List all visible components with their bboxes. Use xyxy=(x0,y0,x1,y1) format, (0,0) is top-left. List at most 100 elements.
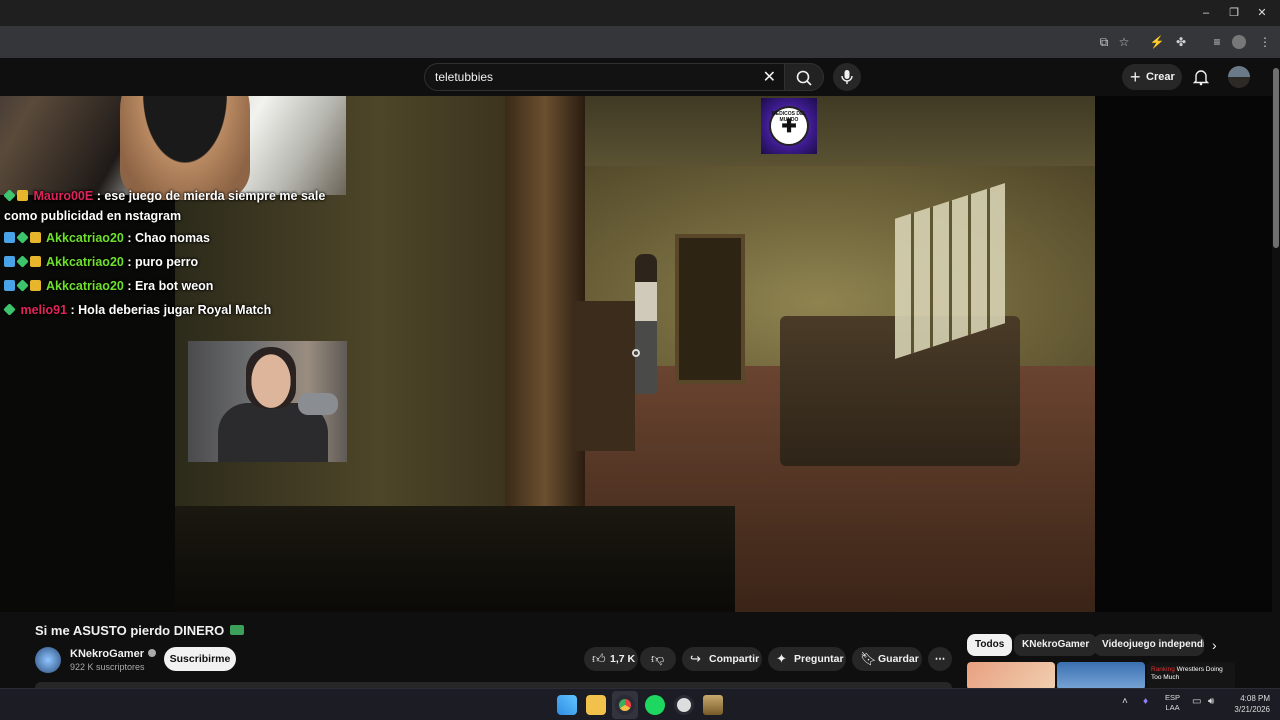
like-button[interactable]: 👍︎ 1,7 K xyxy=(584,647,638,671)
webcam-overlay-top xyxy=(0,96,346,200)
display-icon[interactable]: ▭ xyxy=(1192,696,1201,707)
chat-text: Chao nomas xyxy=(134,231,210,245)
ask-button[interactable]: ✦ Preguntar xyxy=(768,647,846,671)
chat-message: Akkcatriao20 : Chao nomas xyxy=(0,226,360,250)
input-language[interactable]: ESP LAA xyxy=(1165,693,1180,713)
channel-name-text[interactable]: KNekroGamer xyxy=(70,648,144,660)
notifications-button[interactable] xyxy=(1191,67,1211,87)
media-control-icon[interactable]: ≡ xyxy=(1208,33,1226,51)
chat-badge-icon xyxy=(30,232,41,243)
clock-time: 4:08 PM xyxy=(1240,694,1270,703)
youtube-header: teletubbies ✕ + Crear xyxy=(0,58,1280,96)
voice-search-button[interactable] xyxy=(833,63,861,91)
minimize-button[interactable]: – xyxy=(1196,4,1216,22)
share-button[interactable]: ↪ Compartir xyxy=(682,647,762,671)
clear-search-icon[interactable]: ✕ xyxy=(763,67,776,87)
browser-menu-icon[interactable]: ⋮ xyxy=(1256,33,1274,51)
tray-app-icon[interactable]: ♦ xyxy=(1143,696,1148,707)
language-code: ESP xyxy=(1165,693,1181,702)
channel-name[interactable]: KNekroGamer xyxy=(70,648,156,660)
webcam-overlay-bottom xyxy=(188,341,347,462)
scene-doorway xyxy=(675,234,745,384)
chat-text: Hola deberias jugar Royal Match xyxy=(78,303,272,317)
extension-icon[interactable]: ⚡ xyxy=(1148,33,1166,51)
thumbs-down-icon: 👎︎ xyxy=(651,651,665,666)
recommendation-thumbnail[interactable] xyxy=(967,662,1055,690)
chip-indie-game[interactable]: Videojuego independiente xyxy=(1094,634,1204,656)
cross-icon: ✚ xyxy=(781,116,797,136)
sparkle-icon: ✦ xyxy=(776,651,787,666)
save-button[interactable]: 🔖︎ Guardar xyxy=(852,647,922,671)
bell-icon xyxy=(1192,70,1210,86)
create-label: Crear xyxy=(1146,71,1175,83)
chat-badge-icon xyxy=(4,232,15,243)
chat-message: Akkcatriao20 : Era bot weon xyxy=(0,274,360,298)
chevron-right-icon[interactable]: › xyxy=(1212,634,1217,656)
spotify-icon[interactable] xyxy=(645,695,665,715)
profile-avatar[interactable] xyxy=(1232,35,1246,49)
create-button[interactable]: + Crear xyxy=(1122,64,1182,90)
scrollbar-thumb[interactable] xyxy=(1273,68,1279,248)
browser-titlebar: – ❐ ✕ xyxy=(0,0,1280,26)
extensions-puzzle-icon[interactable]: ✤ xyxy=(1172,33,1190,51)
chat-message: melio91 : Hola deberias jugar Royal Matc… xyxy=(0,298,360,322)
recommendation-thumbnail[interactable] xyxy=(1057,662,1145,690)
chrome-icon[interactable] xyxy=(615,695,635,715)
page-scrollbar[interactable] xyxy=(1272,58,1280,688)
search-box[interactable]: teletubbies ✕ xyxy=(424,63,785,91)
chat-badge-icon xyxy=(30,256,41,267)
save-label: Guardar xyxy=(878,653,919,665)
restore-button[interactable]: ❐ xyxy=(1224,4,1244,22)
video-right-area xyxy=(1095,96,1280,612)
chat-username: melio91 xyxy=(20,303,68,317)
chat-badge-icon xyxy=(3,189,16,202)
clock-date: 3/21/2026 xyxy=(1234,705,1270,714)
subscribe-button[interactable]: Suscribirme xyxy=(164,647,236,671)
video-player[interactable]: MÉDICOS DEL MUNDO ✚ Mauro00E : ese juego… xyxy=(0,96,1280,612)
microphone-prop xyxy=(298,393,338,415)
chat-badge-icon xyxy=(16,255,29,268)
os-taskbar: ˄ ♦ ESP LAA ▭ 🔊︎ 4:08 PM 3/21/2026 xyxy=(0,688,1280,720)
share-icon: ↪ xyxy=(690,651,701,666)
more-icon: ⋯ xyxy=(934,653,946,665)
chat-message: Mauro00E : ese juego de mierda siempre m… xyxy=(3,189,326,223)
verified-icon xyxy=(147,649,156,657)
steam-icon[interactable] xyxy=(674,695,694,715)
chip-channel[interactable]: KNekroGamer xyxy=(1014,634,1098,656)
league-client-icon[interactable] xyxy=(703,695,723,715)
more-actions-button[interactable]: ⋯ xyxy=(928,647,952,671)
chat-badge-icon xyxy=(16,279,29,292)
scene-ceiling xyxy=(565,96,1095,166)
tray-chevron-up-icon[interactable]: ˄ xyxy=(1122,696,1128,707)
chat-text: puro perro xyxy=(134,255,199,269)
video-title-text: Si me ASUSTO pierdo DINERO xyxy=(35,623,225,638)
thumbnail-caption-highlight: Ranking xyxy=(1151,666,1175,673)
video-info: Si me ASUSTO pierdo DINERO KNekroGamer 9… xyxy=(0,612,1280,690)
file-explorer-icon[interactable] xyxy=(586,695,606,715)
game-crosshair-icon xyxy=(632,349,640,357)
search-button[interactable] xyxy=(784,63,824,91)
close-window-button[interactable]: ✕ xyxy=(1252,4,1272,22)
keyboard-layout: LAA xyxy=(1165,703,1180,712)
bookmark-star-icon[interactable]: ☆ xyxy=(1115,33,1133,51)
chat-username: Akkcatriao20 xyxy=(46,255,124,269)
recommendation-thumbnail[interactable]: Ranking Wrestlers Doing Too Much xyxy=(1147,662,1235,690)
install-app-icon[interactable]: ⧉ xyxy=(1095,33,1113,51)
system-clock[interactable]: 4:08 PM 3/21/2026 xyxy=(1228,693,1270,715)
start-menu-icon[interactable] xyxy=(557,695,577,715)
search-input[interactable]: teletubbies xyxy=(435,70,493,84)
chat-text: Era bot weon xyxy=(134,279,214,293)
video-title: Si me ASUSTO pierdo DINERO xyxy=(35,623,245,638)
account-avatar[interactable] xyxy=(1228,66,1250,88)
dislike-button[interactable]: 👎︎ xyxy=(640,647,676,671)
browser-toolbar: ⧉ ☆ ⚡ ✤ ≡ ⋮ xyxy=(0,26,1280,58)
channel-avatar[interactable] xyxy=(35,647,61,673)
volume-icon[interactable]: 🔊︎ xyxy=(1208,696,1214,707)
chip-todos[interactable]: Todos xyxy=(967,634,1013,656)
subscriber-count: 922 K suscriptores xyxy=(70,662,145,672)
thumbnail-caption: Ranking Wrestlers Doing Too Much xyxy=(1151,666,1231,682)
chat-username: Mauro00E xyxy=(33,189,94,203)
scene-shadow xyxy=(175,506,735,612)
chat-badge-icon xyxy=(4,256,15,267)
webcam-person xyxy=(120,96,250,200)
